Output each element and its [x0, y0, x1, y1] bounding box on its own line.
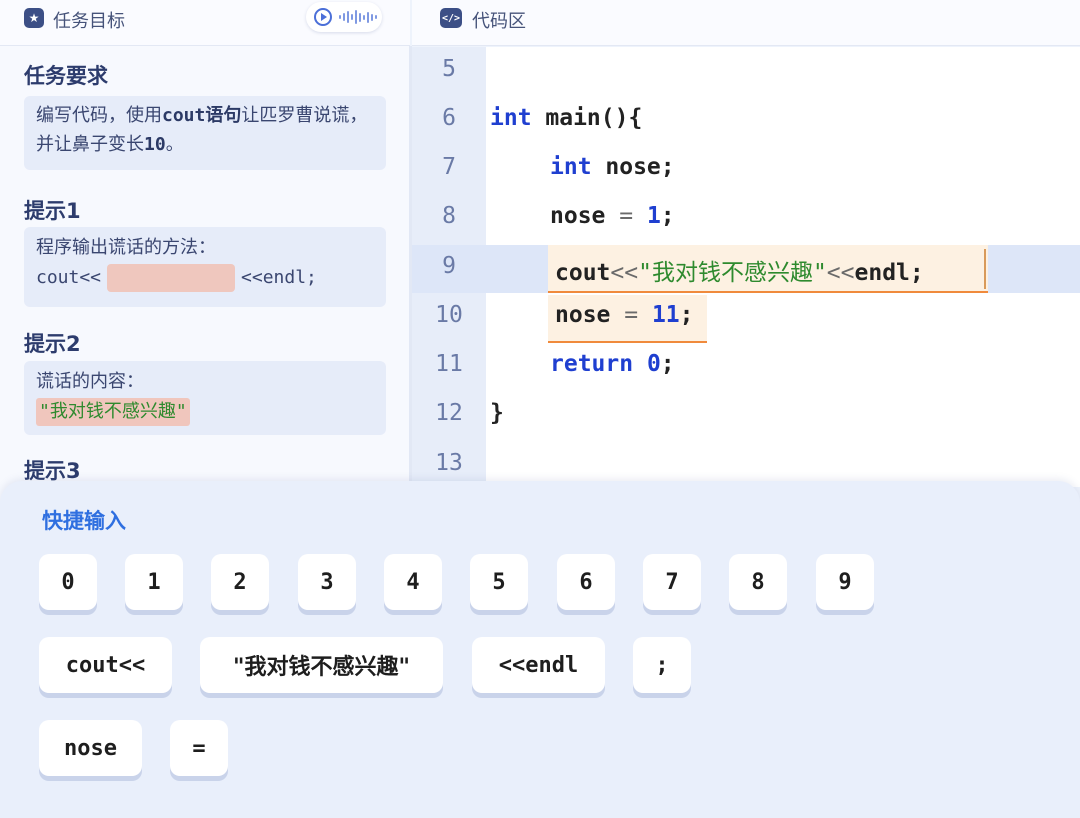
line-number: 10 — [435, 302, 463, 328]
code-text: endl; — [854, 260, 924, 286]
quick-input-title: 快捷输入 — [42, 509, 126, 533]
line-number: 12 — [435, 400, 463, 426]
key-digit-6[interactable]: 6 — [557, 554, 615, 610]
code-text: ; — [660, 351, 675, 377]
hint1-code-prefix: cout<< — [36, 267, 102, 288]
key-digit-5[interactable]: 5 — [470, 554, 528, 610]
number-literal: 1 — [646, 203, 661, 229]
key-digit-9[interactable]: 9 — [816, 554, 874, 610]
code-line-9[interactable]: cout<<"我对钱不感兴趣"<<endl; — [555, 253, 924, 287]
hint2-card: 谎话的内容： "我对钱不感兴趣" — [24, 361, 386, 435]
line-number: 9 — [442, 253, 456, 279]
code-line-8[interactable]: nose = 1; — [550, 203, 675, 229]
audio-play-button[interactable] — [306, 2, 382, 32]
play-icon — [314, 8, 332, 26]
key-digit-7[interactable]: 7 — [643, 554, 701, 610]
hint2-lie-text: "我对钱不感兴趣" — [36, 398, 190, 426]
key-digit-0[interactable]: 0 — [39, 554, 97, 610]
code-text: ; — [679, 302, 694, 328]
code-panel-header: </> 代码区 — [412, 0, 1080, 46]
key-nose[interactable]: nose — [39, 720, 142, 776]
task-text: 。 — [165, 134, 184, 155]
key-lie-string[interactable]: "我对钱不感兴趣" — [200, 637, 443, 693]
code-line-12[interactable]: } — [490, 400, 504, 426]
line-number: 7 — [442, 154, 456, 180]
operator: << — [610, 260, 639, 286]
code-text: nose; — [591, 154, 675, 180]
task-requirement-card: 编写代码，使用cout语句让匹罗曹说谎，并让鼻子变长10。 — [24, 96, 386, 170]
number-literal: 11 — [651, 302, 680, 328]
number-literal: 0 — [633, 351, 661, 377]
keyword: return — [550, 351, 634, 377]
operator: << — [826, 260, 855, 286]
task-panel-title: 任务目标 — [53, 11, 125, 32]
key-digit-3[interactable]: 3 — [298, 554, 356, 610]
line-number: 11 — [435, 351, 463, 377]
code-line-10[interactable]: nose = 11; — [555, 302, 694, 328]
code-icon: </> — [440, 8, 462, 28]
line-number: 13 — [435, 450, 463, 476]
key-digit-8[interactable]: 8 — [729, 554, 787, 610]
key-digit-4[interactable]: 4 — [384, 554, 442, 610]
quick-input-panel: 快捷输入 0 1 2 3 4 5 6 7 8 9 cout<< "我对钱不感兴趣… — [0, 481, 1080, 818]
line-number: 5 — [442, 56, 456, 82]
code-text: nose — [555, 302, 611, 328]
keyword: int — [550, 154, 592, 180]
task-text: 编写代码，使用 — [36, 105, 162, 126]
hint1-code-suffix: <<endl; — [241, 267, 317, 288]
code-text: main(){ — [531, 105, 643, 131]
keyword: int — [490, 105, 532, 131]
key-equals[interactable]: = — [170, 720, 228, 776]
task-text-bold: cout语句 — [162, 105, 242, 126]
task-panel-header: ★ 任务目标 — [0, 0, 410, 46]
key-semicolon[interactable]: ; — [633, 637, 691, 693]
star-icon: ★ — [24, 8, 44, 28]
line-number: 6 — [442, 105, 456, 131]
hint2-text: 谎话的内容： — [36, 371, 144, 392]
key-endl[interactable]: <<endl — [472, 637, 605, 693]
hint1-card: 程序输出谎话的方法： cout<< <<endl; — [24, 227, 386, 307]
text-cursor — [984, 249, 986, 289]
code-line-11[interactable]: return 0; — [550, 351, 675, 377]
string-literal: "我对钱不感兴趣" — [638, 260, 827, 286]
hint2-title: 提示2 — [24, 332, 81, 356]
hint1-text: 程序输出谎话的方法： — [36, 237, 216, 258]
task-requirement-title: 任务要求 — [24, 64, 108, 88]
code-text: nose — [550, 203, 606, 229]
key-cout[interactable]: cout<< — [39, 637, 172, 693]
key-digit-2[interactable]: 2 — [211, 554, 269, 610]
code-line-7[interactable]: int nose; — [550, 154, 675, 180]
hint1-blank — [107, 264, 236, 292]
code-text: cout — [555, 260, 611, 286]
operator: = — [605, 203, 647, 229]
task-text-number: 10 — [144, 134, 166, 155]
code-text: ; — [660, 203, 675, 229]
audio-wave-icon — [339, 9, 377, 25]
operator: = — [610, 302, 652, 328]
line-number: 8 — [442, 203, 456, 229]
code-line-6[interactable]: int main(){ — [490, 105, 642, 131]
hint1-title: 提示1 — [24, 199, 81, 223]
code-panel-title: 代码区 — [472, 11, 526, 32]
key-digit-1[interactable]: 1 — [125, 554, 183, 610]
